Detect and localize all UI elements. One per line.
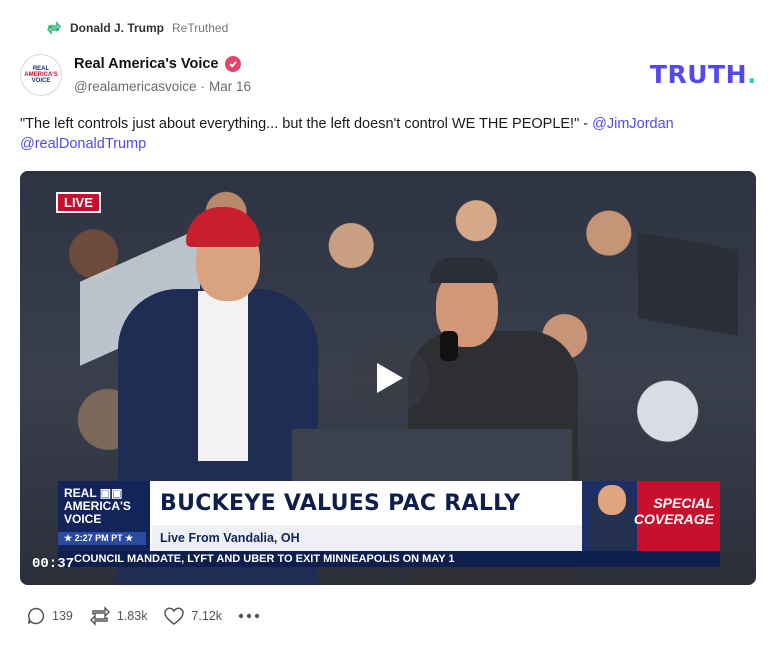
retruth-action-icon (89, 606, 110, 626)
more-icon (238, 613, 260, 619)
post-text: "The left controls just about everything… (20, 116, 593, 132)
post-body: "The left controls just about everything… (20, 114, 760, 154)
author-handle[interactable]: @realamericasvoice (74, 79, 197, 94)
special-coverage-panel: SPECIAL COVERAGE (582, 481, 720, 551)
microphone (440, 331, 458, 361)
truth-logo[interactable]: TRUTH. (650, 60, 757, 89)
author-display-name[interactable]: Real America's Voice (74, 56, 219, 72)
special-coverage-text: SPECIAL COVERAGE (634, 495, 714, 527)
reply-count: 139 (52, 609, 73, 623)
post-date[interactable]: Mar 16 (209, 79, 251, 94)
retruth-verb: ReTruthed (172, 21, 229, 35)
handle-separator: · (200, 79, 206, 94)
video-duration: 00:37 (32, 556, 75, 572)
avatar-line-3: VOICE (31, 78, 51, 84)
logo-text: TRUTH (649, 60, 747, 89)
chyron-headline-box: BUCKEYE VALUES PAC RALLY (152, 481, 582, 525)
like-button[interactable]: 7.12k (163, 606, 222, 626)
avatar[interactable]: REAL AMERICA'S VOICE (20, 54, 62, 96)
retruth-icon (47, 21, 61, 35)
special-line-1: SPECIAL (653, 495, 714, 511)
chyron-subheadline: Live From Vandalia, OH (160, 531, 300, 545)
reply-icon (27, 607, 45, 625)
special-portrait-face (598, 485, 626, 515)
play-button[interactable] (349, 342, 429, 414)
chyron-headline: BUCKEYE VALUES PAC RALLY (160, 490, 521, 516)
retruth-button[interactable]: 1.83k (89, 606, 148, 626)
retruth-count: 1.83k (116, 609, 148, 623)
like-count: 7.12k (191, 609, 223, 623)
video-player[interactable]: LIVE REAL ▣▣ AMERICA'S VOICE ★ 2:27 PM P… (20, 171, 756, 585)
news-chyron: REAL ▣▣ AMERICA'S VOICE ★ 2:27 PM PT ★ B… (58, 481, 720, 551)
teleprompter-right (638, 232, 738, 336)
chyron-sub-box: Live From Vandalia, OH (152, 525, 582, 551)
chyron-brand: REAL ▣▣ AMERICA'S VOICE ★ 2:27 PM PT ★ (58, 481, 152, 551)
more-button[interactable] (238, 613, 260, 619)
verified-badge-icon (224, 56, 241, 72)
mention-link[interactable]: @JimJordan (592, 116, 674, 132)
speaker-2-hat (430, 257, 498, 283)
heart-icon (164, 607, 185, 625)
chyron-time: ★ 2:27 PM PT ★ (58, 532, 146, 545)
author-block: Real America's Voice @realamericasvoice … (74, 54, 251, 94)
retruth-user-name[interactable]: Donald J. Trump (70, 21, 164, 35)
play-icon (377, 363, 403, 393)
logo-dot: . (747, 60, 757, 89)
chyron-brand-line-2: AMERICA'S VOICE (64, 499, 131, 526)
retruth-header: Donald J. Trump ReTruthed (46, 18, 228, 38)
reply-button[interactable]: 139 (26, 606, 73, 626)
special-line-2: COVERAGE (633, 511, 714, 527)
live-badge: LIVE (56, 192, 101, 213)
post-actions: 139 1.83k 7.12k (26, 606, 276, 626)
news-ticker: COUNCIL MANDATE, LYFT AND UBER TO EXIT M… (58, 551, 720, 567)
mention-link[interactable]: @realDonaldTrump (20, 136, 146, 152)
speaker-1-shirt (198, 291, 248, 461)
